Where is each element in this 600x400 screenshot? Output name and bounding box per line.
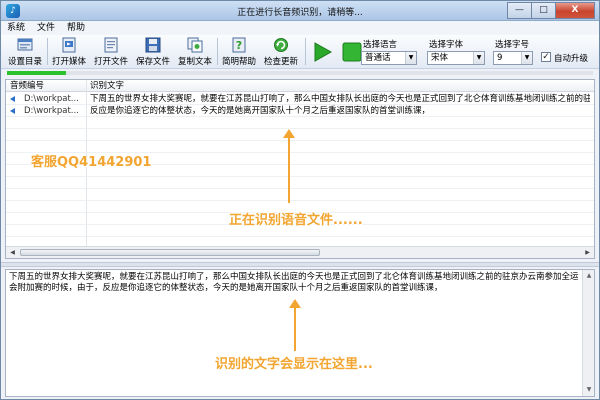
play-icon[interactable]	[311, 41, 333, 63]
toolbar-separator	[47, 38, 48, 65]
auto-upgrade-checkbox[interactable]: ✓	[541, 52, 551, 62]
pane-splitter[interactable]	[1, 262, 599, 267]
play-audio-icon[interactable]	[10, 96, 15, 102]
close-button[interactable]: X	[555, 2, 595, 19]
menu-bar: 系统 文件 帮助	[1, 21, 599, 35]
menu-file[interactable]: 文件	[31, 21, 61, 35]
scroll-right-icon[interactable]: ▶	[582, 248, 593, 257]
toolbar-separator	[217, 38, 218, 65]
open-media-label: 打开媒体	[51, 57, 86, 67]
font-size-value: 9	[497, 53, 503, 63]
open-file-label: 打开文件	[93, 57, 128, 67]
save-file-button[interactable]: 保存文件	[133, 37, 173, 67]
chevron-down-icon: ▼	[521, 52, 532, 64]
vertical-scrollbar[interactable]: ▲ ▼	[582, 270, 594, 396]
app-window: ♪ 正在进行长音频识别，请稍等... — □ X 系统 文件 帮助 设置目录 打…	[0, 0, 600, 400]
toolbar: 设置目录 打开媒体 打开文件 保存文件 复制文本 ? 简明帮助 检查更新 选择语…	[1, 35, 599, 69]
set-directory-button[interactable]: 设置目录	[5, 37, 45, 67]
recognizing-annotation: 正在识别语音文件......	[229, 213, 363, 228]
title-bar: ♪ 正在进行长音频识别，请稍等... — □ X	[1, 1, 599, 21]
annotation-arrow-line	[288, 137, 290, 203]
check-update-label: 检查更新	[263, 57, 298, 67]
check-update-button[interactable]: 检查更新	[261, 37, 301, 67]
contact-annotation: 客服QQ41442901	[31, 155, 152, 170]
copy-text-label: 复制文本	[177, 57, 212, 67]
scrollbar-thumb[interactable]	[20, 249, 320, 256]
toolbar-separator	[305, 38, 306, 65]
empty-row	[6, 117, 594, 129]
progress-fill	[7, 71, 66, 75]
column-header-audio-id[interactable]: 音频编号	[6, 80, 86, 92]
table-row[interactable]: D:\workpat... 下周五的世界女排大奖赛呢，就要在江苏昆山打响了，那么…	[6, 93, 594, 105]
window-controls: — □ X	[507, 2, 595, 19]
font-value: 宋体	[431, 53, 449, 63]
recognized-text-cell: 反应是你追逐它的体整状态，今天的是她离开国家队十个月之后重返国家队的首堂训练课，	[90, 106, 431, 116]
open-file-icon	[104, 37, 118, 53]
minimize-button[interactable]: —	[507, 2, 531, 19]
table-row[interactable]: D:\workpat... 反应是你追逐它的体整状态，今天的是她离开国家队十个月…	[6, 105, 594, 117]
svg-text:?: ?	[236, 39, 242, 52]
recognized-text-cell: 下周五的世界女排大奖赛呢，就要在江苏昆山打响了，那么中国女排队长出庭的今天也是正…	[90, 94, 590, 104]
copy-text-button[interactable]: 复制文本	[175, 37, 215, 67]
audio-file-cell: D:\workpat...	[24, 106, 79, 116]
play-audio-icon[interactable]	[10, 108, 15, 114]
open-media-button[interactable]: 打开媒体	[49, 37, 89, 67]
empty-row	[6, 129, 594, 141]
chevron-down-icon: ▼	[405, 52, 416, 64]
language-label: 选择语言	[363, 40, 398, 50]
stop-icon[interactable]	[341, 41, 363, 63]
result-hint-annotation: 识别的文字会显示在这里...	[215, 357, 373, 372]
result-text-panel[interactable]: 下周五的世界女排大奖赛呢，就要在江苏昆山打响了，那么中国女排队长出庭的今天也是正…	[5, 269, 595, 397]
menu-help[interactable]: 帮助	[61, 21, 91, 35]
open-file-button[interactable]: 打开文件	[91, 37, 131, 67]
quick-help-label: 简明帮助	[221, 57, 256, 67]
horizontal-scrollbar[interactable]: ◀ ▶	[6, 246, 594, 258]
font-label: 选择字体	[429, 40, 464, 50]
font-select[interactable]: 宋体 ▼	[427, 51, 485, 65]
update-icon	[274, 38, 288, 52]
table-header: 音频编号 识别文字	[6, 80, 594, 92]
font-size-select[interactable]: 9 ▼	[493, 51, 533, 65]
audio-file-cell: D:\workpat...	[24, 94, 79, 104]
scroll-left-icon[interactable]: ◀	[7, 248, 18, 257]
quick-help-button[interactable]: ? 简明帮助	[219, 37, 259, 67]
maximize-button[interactable]: □	[531, 2, 555, 19]
column-header-recognized-text[interactable]: 识别文字	[86, 80, 124, 92]
save-icon	[145, 37, 161, 53]
chevron-down-icon: ▼	[473, 52, 484, 64]
copy-icon	[187, 37, 203, 53]
open-media-icon	[62, 37, 76, 53]
annotation-arrow-line	[294, 307, 296, 351]
language-select[interactable]: 普通话 ▼	[361, 51, 417, 65]
auto-upgrade-label: 自动升级	[554, 54, 589, 64]
menu-system[interactable]: 系统	[1, 21, 31, 35]
scroll-down-icon[interactable]: ▼	[584, 385, 594, 395]
empty-row	[6, 189, 594, 201]
save-file-label: 保存文件	[135, 57, 170, 67]
scroll-up-icon[interactable]: ▲	[584, 271, 594, 281]
result-text: 下周五的世界女排大奖赛呢，就要在江苏昆山打响了，那么中国女排队长出庭的今天也是正…	[9, 272, 579, 293]
help-icon: ?	[232, 37, 246, 53]
settings-dir-icon	[17, 38, 33, 51]
recognition-progress-bar	[7, 71, 593, 75]
empty-row	[6, 177, 594, 189]
language-value: 普通话	[365, 53, 391, 63]
font-size-label: 选择字号	[495, 40, 530, 50]
set-directory-label: 设置目录	[7, 57, 42, 67]
